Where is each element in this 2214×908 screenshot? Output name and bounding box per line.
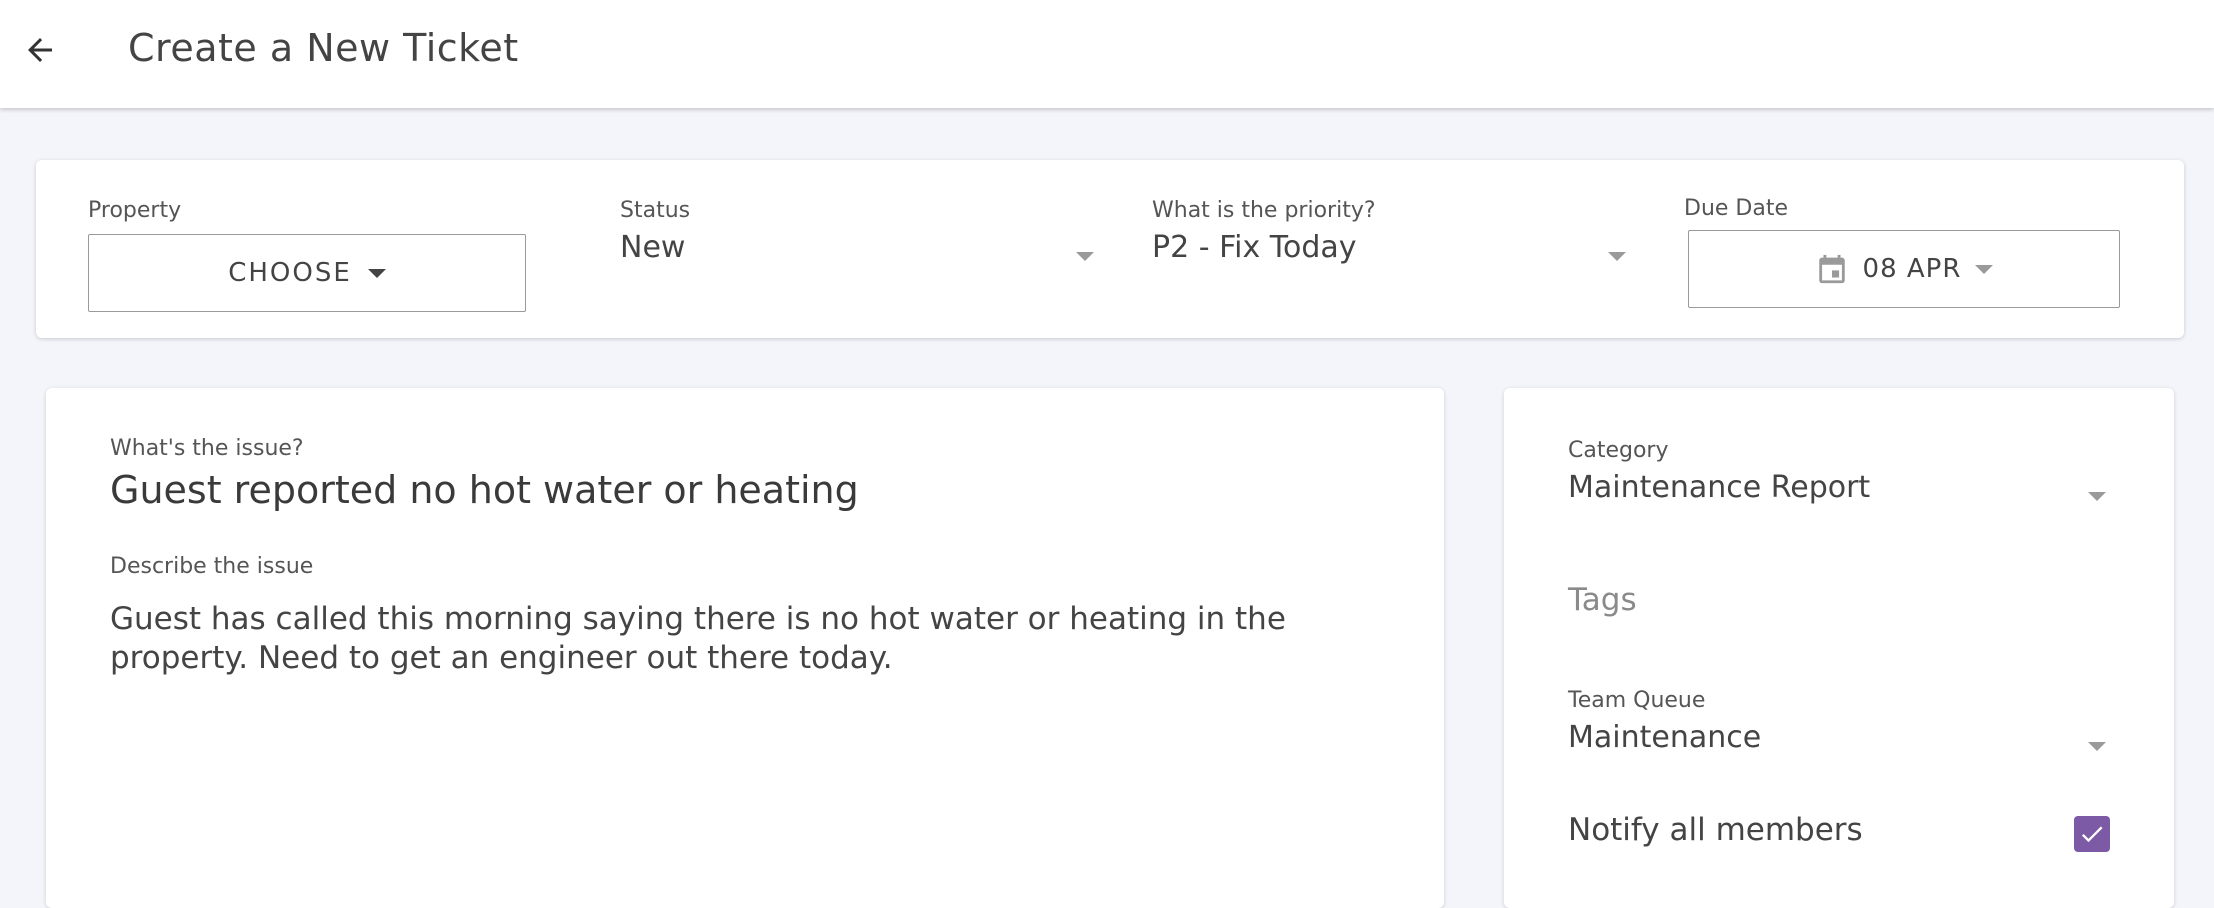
caret-down-icon [1975,264,1994,274]
team-queue-value: Maintenance [1568,720,1762,755]
arrow-left-icon [28,38,52,62]
ticket-details-card: Category Maintenance Report Tags Team Qu… [1504,388,2174,908]
status-label: Status [620,198,691,223]
due-date-value: 08 APR [1862,254,1962,284]
priority-select[interactable]: P2 - Fix Today [1152,230,1628,280]
caret-down-icon [367,268,386,278]
caret-down-icon [2088,742,2106,751]
property-label: Property [88,198,182,223]
priority-value: P2 - Fix Today [1152,230,1357,265]
notify-members-label: Notify all members [1568,812,1863,848]
app-header: Create a New Ticket [0,0,2214,108]
status-select[interactable]: New [620,230,1096,280]
ticket-meta-card: Property CHOOSE Status New What is the p… [36,160,2184,338]
issue-description-input[interactable]: Guest has called this morning saying the… [110,600,1410,678]
issue-desc-label: Describe the issue [110,554,314,579]
caret-down-icon [2088,492,2106,501]
issue-card: What's the issue? Guest reported no hot … [46,388,1444,908]
property-select[interactable]: CHOOSE [88,234,526,312]
page-title: Create a New Ticket [128,26,519,70]
notify-members-checkbox[interactable] [2074,816,2110,852]
property-value: CHOOSE [228,258,352,288]
status-value: New [620,230,686,265]
category-select[interactable]: Maintenance Report [1568,470,2114,520]
calendar-icon [1818,254,1845,284]
check-icon [2081,826,2103,843]
team-queue-label: Team Queue [1568,688,1706,713]
category-label: Category [1568,438,1669,463]
issue-title-input[interactable]: Guest reported no hot water or heating [110,468,859,512]
caret-down-icon [1608,252,1626,261]
priority-label: What is the priority? [1152,198,1376,223]
tags-input[interactable]: Tags [1568,582,1637,618]
due-date-label: Due Date [1684,196,1788,221]
team-queue-select[interactable]: Maintenance [1568,720,2114,770]
back-button[interactable] [18,28,62,72]
due-date-picker[interactable]: 08 APR [1688,230,2120,308]
caret-down-icon [1076,252,1094,261]
category-value: Maintenance Report [1568,470,1871,505]
issue-title-label: What's the issue? [110,436,304,461]
